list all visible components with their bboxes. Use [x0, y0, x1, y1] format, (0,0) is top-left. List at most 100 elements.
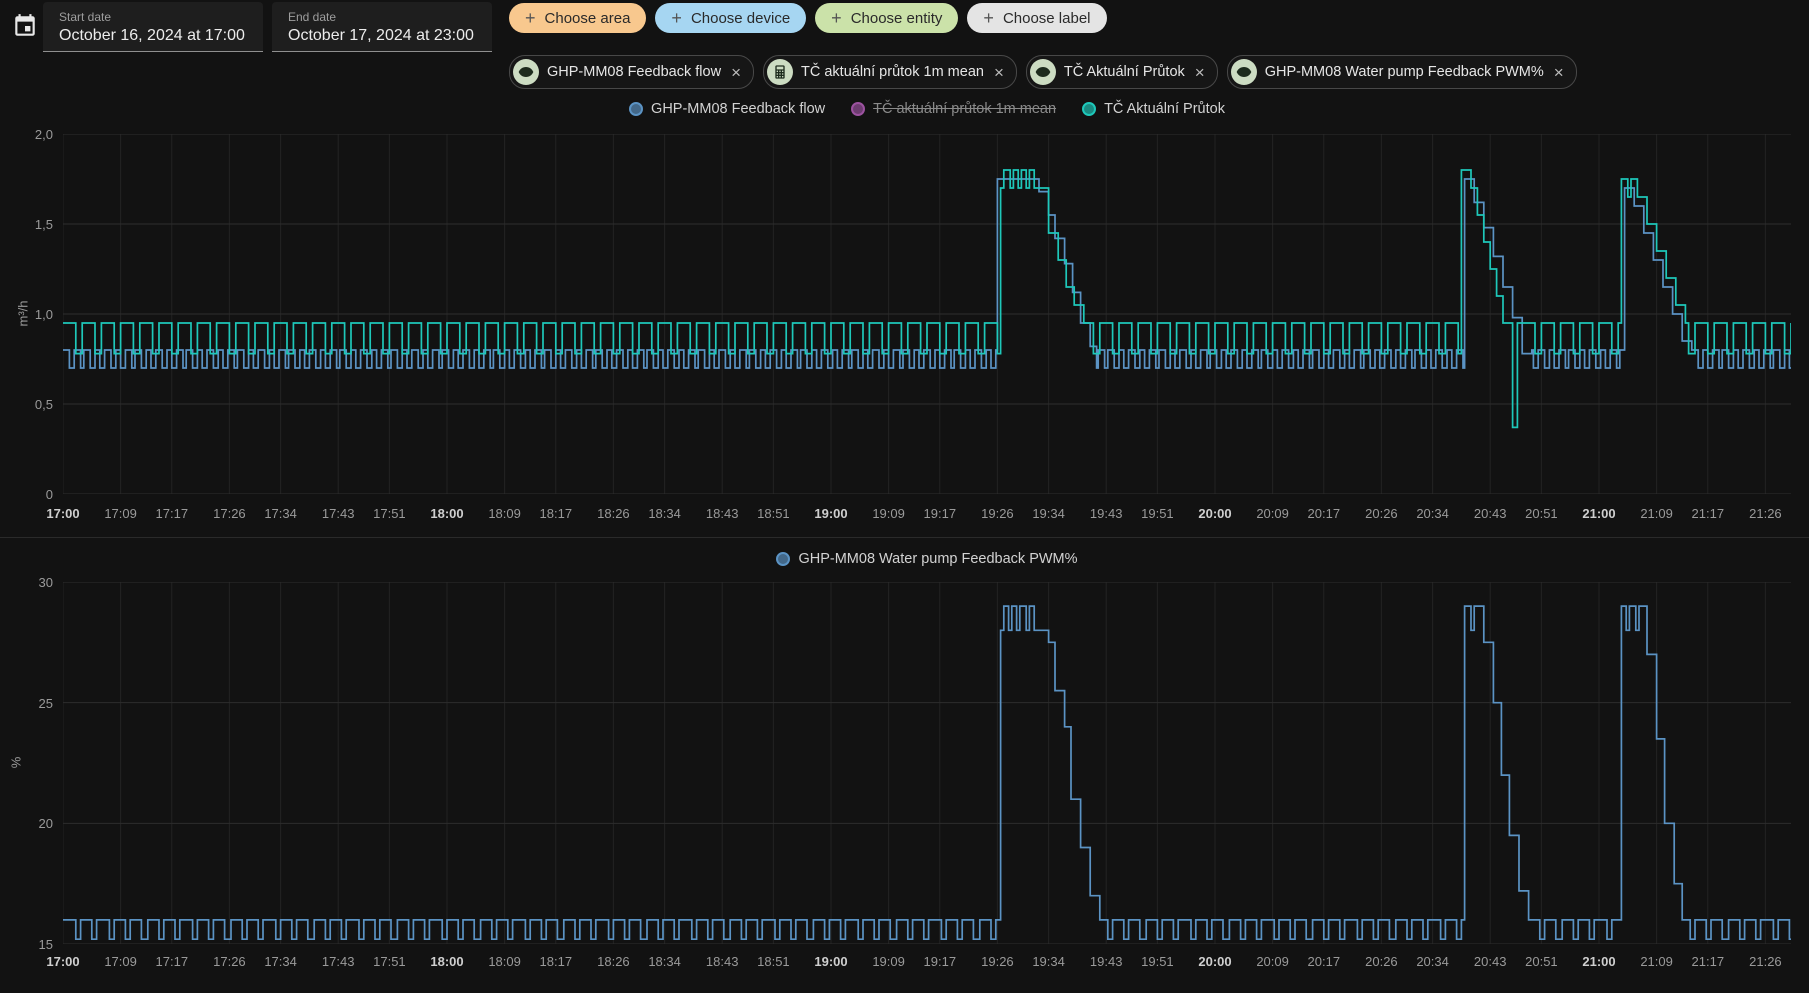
plus-icon: +	[525, 8, 536, 28]
x-axis-tick-label: 19:51	[1141, 506, 1174, 521]
y-axis-tick-label: 2,0	[34, 127, 53, 142]
x-axis-tick-label: 19:00	[814, 954, 848, 969]
plus-icon: +	[983, 8, 994, 28]
entity-chip[interactable]: TČ aktuální průtok 1m mean ×	[763, 55, 1017, 89]
filter-chip-choose-label[interactable]: + Choose label	[967, 3, 1107, 33]
x-axis-tick-label: 20:17	[1307, 506, 1341, 521]
x-axis-tick-label: 17:26	[213, 506, 246, 521]
x-axis-tick-label: 19:00	[814, 506, 848, 521]
entity-chip[interactable]: GHP-MM08 Water pump Feedback PWM% ×	[1226, 55, 1577, 89]
eye-icon-glyph	[1035, 67, 1051, 77]
filter-chip-label: Choose entity	[850, 9, 943, 27]
x-axis-tick-label: 19:43	[1089, 506, 1123, 521]
x-axis-tick-label: 17:43	[321, 506, 355, 521]
close-icon[interactable]: ×	[1552, 64, 1566, 81]
x-axis-tick-label: 20:43	[1473, 954, 1507, 969]
filter-chip-choose-area[interactable]: + Choose area	[509, 3, 647, 33]
x-axis-tick-label: 18:51	[757, 506, 790, 521]
entity-chip[interactable]: TČ Aktuální Průtok ×	[1025, 55, 1218, 89]
legend-item[interactable]: GHP-MM08 Water pump Feedback PWM%	[776, 551, 1078, 567]
y-axis-title: m³/h	[15, 300, 31, 327]
x-axis-tick-label: 17:00	[46, 506, 80, 521]
x-axis-tick-label: 17:09	[104, 954, 137, 969]
legend-dot	[776, 552, 791, 566]
legend-item[interactable]: TČ Aktuální Průtok	[1082, 101, 1225, 117]
chart-divider	[0, 537, 1809, 538]
x-axis-tick-label: 18:26	[597, 954, 630, 969]
x-axis-tick-label: 18:17	[539, 954, 573, 969]
close-icon[interactable]: ×	[1193, 64, 1207, 81]
entity-chip[interactable]: GHP-MM08 Feedback flow ×	[509, 55, 754, 89]
plus-icon: +	[831, 8, 842, 28]
x-axis-tick-label: 17:09	[104, 506, 137, 521]
calendar-icon[interactable]	[10, 11, 40, 41]
legend-dot	[629, 102, 644, 116]
x-axis-tick-label: 17:17	[155, 506, 189, 521]
chart-plot-area[interactable]	[63, 134, 1791, 494]
x-axis-tick-label: 17:51	[373, 506, 406, 521]
close-icon[interactable]: ×	[729, 64, 743, 81]
chart1-legend: GHP-MM08 Feedback flow TČ aktuální průtok…	[63, 101, 1791, 117]
x-axis-tick-label: 19:51	[1141, 954, 1174, 969]
x-axis-tick-label: 18:00	[430, 506, 464, 521]
eye-icon-glyph	[1236, 67, 1252, 77]
legend-item[interactable]: GHP-MM08 Feedback flow	[629, 101, 825, 117]
legend-label: GHP-MM08 Water pump Feedback PWM%	[798, 551, 1078, 567]
entity-chip-label: GHP-MM08 Feedback flow	[547, 64, 722, 80]
x-axis-tick-label: 20:09	[1256, 954, 1289, 969]
start-date-label: Start date	[59, 10, 112, 24]
x-axis-tick-label: 20:26	[1365, 954, 1398, 969]
eye-icon	[1029, 59, 1056, 85]
x-axis-tick-label: 17:34	[264, 954, 297, 969]
filter-chip-label: Choose area	[544, 9, 631, 27]
close-icon[interactable]: ×	[992, 64, 1006, 81]
x-axis-tick-label: 20:17	[1307, 954, 1341, 969]
x-axis-tick-label: 19:17	[923, 506, 957, 521]
y-axis-tick-label: 15	[38, 937, 53, 952]
legend-item[interactable]: TČ aktuální průtok 1m mean	[851, 101, 1056, 117]
series-line	[63, 169, 1791, 429]
x-axis-tick-label: 20:34	[1416, 954, 1449, 969]
x-axis-tick-label: 21:09	[1640, 506, 1673, 521]
filter-chip-label: Choose device	[690, 9, 791, 27]
eye-icon-glyph	[518, 67, 534, 77]
plus-icon: +	[671, 8, 682, 28]
x-axis-tick-label: 18:17	[539, 506, 573, 521]
chart-plot-area[interactable]	[63, 582, 1791, 944]
x-axis-tick-label: 19:43	[1089, 954, 1123, 969]
x-axis-tick-label: 19:09	[872, 954, 905, 969]
y-axis-tick-label: 0	[45, 487, 53, 502]
x-axis-tick-label: 21:17	[1691, 506, 1725, 521]
y-axis-tick-label: 0,5	[34, 397, 53, 412]
filter-chip-label: Choose label	[1002, 9, 1091, 27]
x-axis-tick-label: 17:51	[373, 954, 406, 969]
x-axis-tick-label: 21:26	[1749, 506, 1782, 521]
x-axis-tick-label: 18:34	[648, 954, 681, 969]
legend-dot	[1082, 102, 1097, 116]
start-date-value: October 16, 2024 at 17:00	[59, 27, 245, 44]
x-axis-tick-label: 19:34	[1032, 954, 1065, 969]
history-page: Start date October 16, 2024 at 17:00 End…	[0, 0, 1809, 993]
eye-icon	[1230, 59, 1257, 85]
x-axis-tick-label: 20:34	[1416, 506, 1449, 521]
x-axis-tick-label: 17:34	[264, 506, 297, 521]
x-axis-tick-label: 21:17	[1691, 954, 1725, 969]
x-axis-tick-label: 18:00	[430, 954, 464, 969]
x-axis-tick-label: 18:26	[597, 506, 630, 521]
legend-label: TČ Aktuální Průtok	[1104, 101, 1225, 117]
entity-chip-label: GHP-MM08 Water pump Feedback PWM%	[1264, 64, 1544, 80]
x-axis-tick-label: 21:09	[1640, 954, 1673, 969]
entity-chip-label: TČ Aktuální Průtok	[1063, 64, 1185, 80]
x-axis-tick-label: 20:09	[1256, 506, 1289, 521]
filter-chip-choose-entity[interactable]: + Choose entity	[815, 3, 959, 33]
legend-label: TČ aktuální průtok 1m mean	[873, 101, 1057, 117]
calculator-icon-glyph	[775, 65, 785, 79]
end-date-field[interactable]: End date October 17, 2024 at 23:00	[272, 2, 492, 52]
x-axis-tick-label: 18:43	[705, 506, 739, 521]
end-date-value: October 17, 2024 at 23:00	[288, 27, 474, 44]
x-axis-tick-label: 17:00	[46, 954, 80, 969]
start-date-field[interactable]: Start date October 16, 2024 at 17:00	[43, 2, 263, 52]
x-axis-tick-label: 18:51	[757, 954, 790, 969]
x-axis-tick-label: 17:26	[213, 954, 246, 969]
filter-chip-choose-device[interactable]: + Choose device	[655, 3, 807, 33]
